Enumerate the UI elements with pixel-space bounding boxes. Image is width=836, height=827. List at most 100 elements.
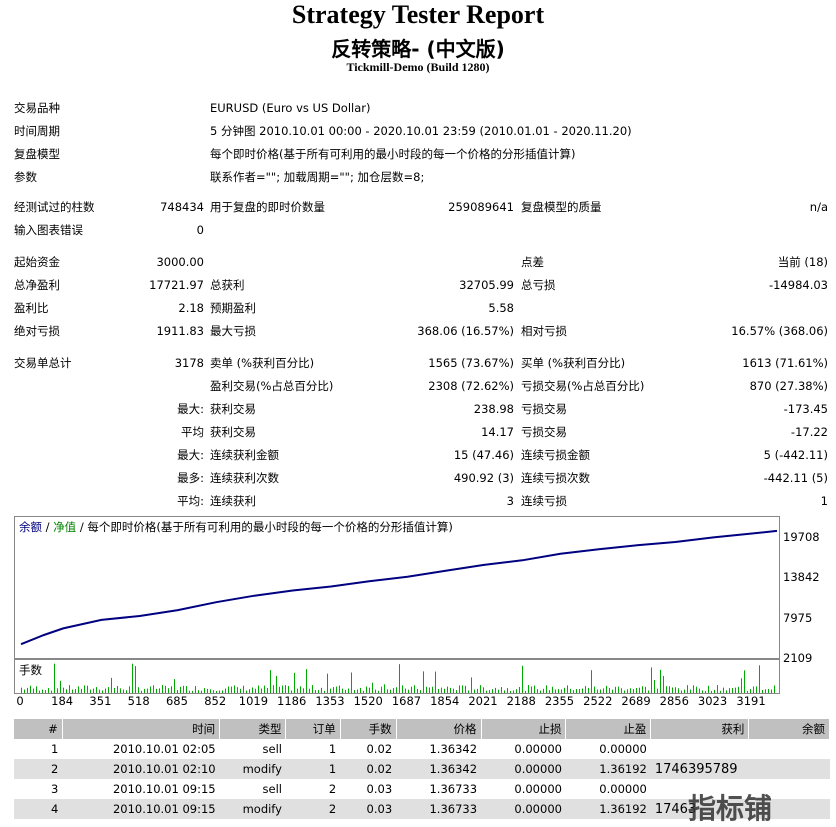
volume-bar [492,689,493,693]
table-cell: 2 [328,782,337,796]
volume-bar [138,687,139,693]
spread-label: 点差 [521,255,544,269]
volume-bar [771,689,772,693]
volume-bar [474,689,475,693]
max-cons-losses-value: 5 (-442.11) [763,448,828,462]
table-cell: 0.00000 [599,782,647,796]
table-cell: 1.36342 [396,759,482,779]
table-cell: 0.02 [366,742,393,756]
volume-bar [93,688,94,693]
table-cell: 0.00000 [481,799,566,819]
most-cons-loss-label: 连续亏损次数 [521,471,590,485]
volume-bar [483,687,484,693]
volume-bar [666,686,667,693]
volume-bar [249,689,250,693]
x-tick: 1353 [315,694,345,708]
volume-bar [525,690,526,693]
volume-bar [291,690,292,693]
volume-bar [90,689,91,693]
volume-bar [546,685,547,693]
volume-bar [615,686,616,693]
volume-bar [321,687,322,693]
volume-bar [477,688,478,693]
volume-bar [450,687,451,693]
volume-bar [438,688,439,693]
avg-loss-value: -17.22 [790,425,828,439]
volume-bar [639,687,640,693]
table-cell: 0.02 [340,759,397,779]
volume-bar [654,679,655,693]
volume-bar [159,688,160,693]
volume-bar [732,688,733,693]
volume-bar [282,685,283,693]
ticks-label: 用于复盘的即时价数量 [210,200,325,214]
volume-bar [165,685,166,693]
volume-bar [363,690,364,693]
volume-bar [714,689,715,693]
volume-bar [663,675,664,693]
volume-bar [231,686,232,693]
volume-bar [30,685,31,693]
watermark-logo: 指标铺 [688,792,773,825]
x-tick: 1687 [391,694,422,708]
largest-loss-label: 亏损交易 [521,402,567,416]
volume-bar [276,675,277,693]
volume-bar [333,687,334,693]
volume-chart: 手数 [14,659,780,694]
volume-bar [237,687,238,693]
volume-bar [75,689,76,693]
table-cell: 1.36733 [429,782,478,796]
volume-bar [633,689,634,693]
volume-bar [312,685,313,693]
volume-bar [570,688,571,693]
deposit-label: 起始资金 [14,255,60,269]
volume-bar [738,686,739,693]
table-cell: 0.00000 [514,742,562,756]
gross-profit-label: 总获利 [210,278,245,292]
volume-bar [690,689,691,693]
avg-cons-prefix: 平均: [177,494,204,508]
volume-bar [429,687,430,693]
volume-bar [381,686,382,693]
volume-bar [105,688,106,693]
volume-bar [636,688,637,693]
volume-bar [84,685,85,693]
volume-bar [549,690,550,693]
x-tick: 852 [204,694,227,708]
volume-bar [48,688,49,693]
volume-bar [168,688,169,693]
most-cons-profit-value: 490.92 (3) [453,471,514,485]
x-tick: 351 [89,694,112,708]
volume-bar [72,689,73,693]
volume-bar [651,667,652,693]
volume-bar [417,688,418,693]
col-tp: 止盈 [565,719,652,739]
largest-win-label: 获利交易 [210,402,256,416]
volume-bar [582,688,583,693]
x-tick: 2689 [621,694,651,708]
volume-bar [423,671,424,693]
long-trades-label: 买单 (%获利百分比) [521,356,626,370]
volume-bar [219,690,220,693]
volume-bar [222,690,223,693]
volume-bar [24,689,25,693]
volume-bar [264,685,265,693]
volume-bar [555,689,556,693]
table-cell: 1.36342 [429,742,478,756]
volume-bar [441,687,442,693]
volume-bar [702,690,703,693]
profit-factor-label: 盈利比 [14,301,49,315]
volume-bar [537,689,538,693]
volume-bar [216,690,217,693]
table-cell: 1.36192 [565,759,651,779]
balance-chart-svg [20,529,778,646]
errors-value: 0 [196,223,204,237]
volume-bar [42,689,43,693]
volume-bar [273,685,274,693]
volume-bar [309,688,310,693]
volume-bar [528,685,529,693]
volume-bar [369,687,370,693]
col-price: 价格 [396,719,482,739]
most-cons-loss-value: -442.11 (5) [763,471,828,485]
volume-bar [243,685,244,693]
